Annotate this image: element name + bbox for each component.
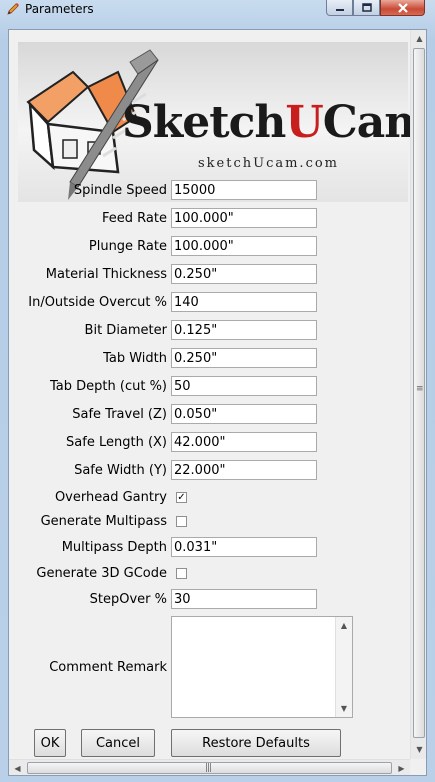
overhead-gantry-checkbox[interactable]: ✓ xyxy=(176,492,187,503)
field-input[interactable] xyxy=(171,208,317,228)
grip-icon: ≡ xyxy=(416,384,423,394)
grip-icon: ||| xyxy=(205,763,212,773)
field-label: Safe Length (X) xyxy=(66,435,167,450)
field-label: Tab Depth (cut %) xyxy=(50,379,167,394)
field-label: Material Thickness xyxy=(45,267,167,282)
title-bar[interactable]: Parameters xyxy=(0,0,435,19)
field-input[interactable] xyxy=(171,320,317,340)
logo-text-u: U xyxy=(285,97,323,148)
field-label: Spindle Speed xyxy=(73,183,167,198)
maximize-icon xyxy=(361,3,372,12)
horizontal-scroll-thumb[interactable]: ||| xyxy=(27,762,392,774)
field-label: Tab Width xyxy=(103,351,167,366)
overhead-gantry-label: Overhead Gantry xyxy=(54,490,167,505)
field-label: In/Outside Overcut % xyxy=(28,295,167,310)
field-label: Bit Diameter xyxy=(84,323,167,338)
field-input[interactable] xyxy=(171,348,317,368)
scroll-right-arrow-icon[interactable]: ▶ xyxy=(393,760,410,775)
field-input[interactable] xyxy=(171,180,317,200)
pencil-icon xyxy=(7,3,19,15)
scroll-up-arrow-icon[interactable]: ▲ xyxy=(411,30,426,47)
field-label: Safe Travel (Z) xyxy=(72,407,167,422)
ok-button[interactable]: OK xyxy=(34,729,66,757)
scroll-down-arrow-icon[interactable]: ▼ xyxy=(336,700,352,717)
field-input[interactable] xyxy=(171,460,317,480)
stepover-label: StepOver % xyxy=(89,592,167,607)
scroll-down-arrow-icon[interactable]: ▼ xyxy=(411,741,426,758)
logo-url: sketchUcam.com xyxy=(198,156,340,171)
restore-defaults-button[interactable]: Restore Defaults xyxy=(171,729,341,757)
comment-scrollbar[interactable]: ▲ ▼ xyxy=(335,617,352,717)
comment-remark-label: Comment Remark xyxy=(49,660,167,675)
scroll-corner xyxy=(410,759,426,775)
horizontal-scrollbar[interactable]: ◀ ||| ▶ xyxy=(9,759,410,775)
close-icon xyxy=(397,2,408,13)
field-input[interactable] xyxy=(171,236,317,256)
logo-text-sketch: Sketch xyxy=(122,97,286,148)
multipass-depth-label: Multipass Depth xyxy=(61,540,167,555)
multipass-depth-input[interactable] xyxy=(171,537,317,557)
field-label: Plunge Rate xyxy=(88,239,167,254)
check-mark-icon: ✓ xyxy=(177,492,186,503)
sketchucam-logo: SketchUCam® sketchUcam.com xyxy=(18,42,426,202)
field-input[interactable] xyxy=(171,264,317,284)
comment-remark-textarea[interactable]: ▲ ▼ xyxy=(171,616,353,718)
form-panel: SketchUCam® sketchUcam.com Spindle Speed… xyxy=(9,30,426,759)
close-button[interactable] xyxy=(380,0,425,16)
scroll-up-arrow-icon[interactable]: ▲ xyxy=(336,617,352,634)
vertical-scroll-thumb[interactable]: ≡ xyxy=(413,48,425,738)
field-label: Safe Width (Y) xyxy=(74,463,167,478)
parameters-window: Parameters SketchUCam sketchUcam.com Spi… xyxy=(0,0,435,782)
generate-3d-gcode-label: Generate 3D GCode xyxy=(36,566,167,581)
window-title: Parameters xyxy=(25,2,94,16)
generate-multipass-checkbox[interactable] xyxy=(176,516,187,527)
logo-wordmark: SketchUCam® xyxy=(122,97,426,148)
field-label: Feed Rate xyxy=(102,211,167,226)
field-input[interactable] xyxy=(171,404,317,424)
field-input[interactable] xyxy=(171,376,317,396)
field-input[interactable] xyxy=(171,292,317,312)
minimize-button[interactable] xyxy=(326,0,353,16)
minimize-icon xyxy=(335,8,344,11)
cancel-button[interactable]: Cancel xyxy=(81,729,155,757)
field-input[interactable] xyxy=(171,432,317,452)
vertical-scrollbar[interactable]: ▲ ≡ ▼ xyxy=(410,30,426,759)
maximize-button[interactable] xyxy=(353,0,380,16)
generate-multipass-label: Generate Multipass xyxy=(40,514,167,529)
generate-3d-gcode-checkbox[interactable] xyxy=(176,568,187,579)
scroll-left-arrow-icon[interactable]: ◀ xyxy=(9,760,26,775)
client-area: SketchUCam® sketchUcam.com Spindle Speed… xyxy=(8,29,427,776)
stepover-input[interactable] xyxy=(171,589,317,609)
